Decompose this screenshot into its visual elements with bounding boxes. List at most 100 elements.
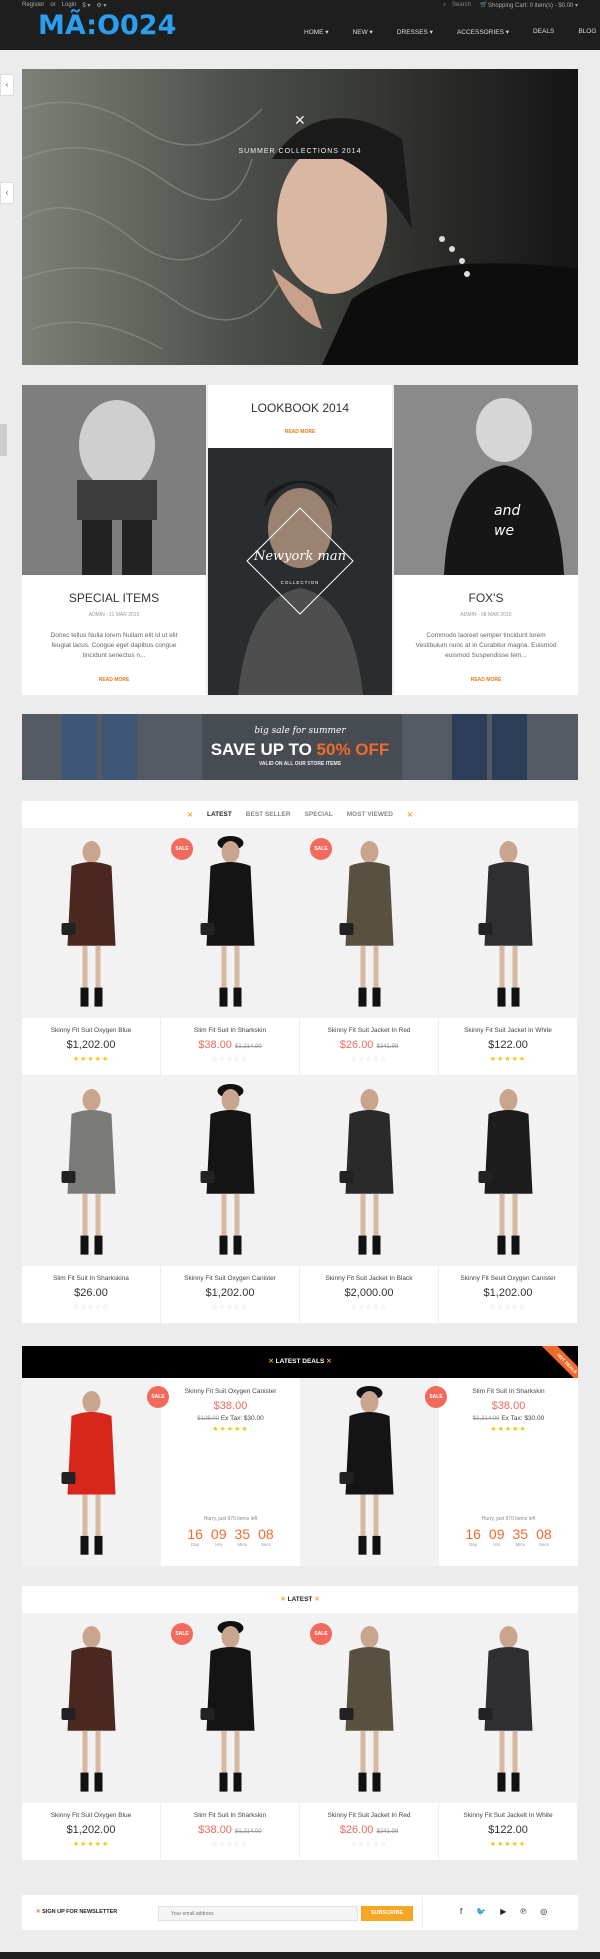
- deal-name[interactable]: Skinny Fit Suit Oxygen Canister: [161, 1388, 300, 1395]
- product-card[interactable]: Skinny Fit Seuit Oxygen Canister $1,202.0…: [439, 1076, 578, 1324]
- product-image-wrap[interactable]: [22, 1613, 161, 1803]
- product-card[interactable]: Slim Fit Suit In Sharkskina $26.00 ☆☆☆☆☆: [22, 1076, 161, 1324]
- countdown-unit: 08 Secs: [258, 1526, 274, 1547]
- star-empty-icon: ☆: [372, 1841, 380, 1848]
- product-image-wrap[interactable]: [300, 1076, 439, 1266]
- product-image-wrap[interactable]: [161, 1076, 300, 1266]
- twitter-icon[interactable]: 🐦: [476, 1907, 486, 1916]
- product-name[interactable]: Skinny Fit Suit Jackelt In White: [439, 1812, 577, 1819]
- product-name[interactable]: Skinny Fit Suit Oxygen Blue: [22, 1027, 160, 1034]
- tab-special[interactable]: SPECIAL: [305, 811, 333, 818]
- sale-badge: SALE: [425, 1386, 447, 1408]
- deals-title: LATEST DEALS: [275, 1358, 325, 1365]
- product-card[interactable]: SALE Slim Fit Suit In Sharkskin $38.00 $1,…: [161, 828, 300, 1076]
- lookbook-image: [208, 448, 392, 695]
- product-name[interactable]: Skinny Fit Suit Jacket In White: [439, 1027, 577, 1034]
- product-name[interactable]: Skinny Fit Suit Jacket In Red: [300, 1812, 438, 1819]
- product-card[interactable]: Skinny Fit Suit Jacket In Black $2,000.00…: [300, 1076, 439, 1324]
- dribbble-icon[interactable]: ◎: [540, 1907, 547, 1916]
- deal-info[interactable]: Skinny Fit Suit Oxygen Canister $38.00 $12…: [161, 1378, 300, 1566]
- promo-banner[interactable]: big sale for summer SAVE UP TO 50% OFF V…: [22, 714, 578, 780]
- login-link[interactable]: Login: [62, 2, 77, 9]
- promo-headline-main: SAVE UP TO: [210, 740, 317, 759]
- product-image-wrap[interactable]: [22, 828, 161, 1018]
- side-tab-grey[interactable]: [0, 424, 7, 456]
- nav-dresses[interactable]: DRESSES ▾: [385, 28, 445, 36]
- product-name[interactable]: Slim Fit Suit In Sharkskina: [22, 1275, 160, 1282]
- nav-blog[interactable]: BLOG: [566, 28, 600, 36]
- pinterest-icon[interactable]: ℗: [520, 1907, 526, 1916]
- countdown-label: Hrs: [215, 1542, 223, 1547]
- cart-icon[interactable]: 🛒: [480, 1, 487, 8]
- nav-deals[interactable]: DEALS: [521, 28, 566, 36]
- product-name[interactable]: Skinny Fit Seuit Oxygen Canister: [439, 1275, 577, 1282]
- deal-image[interactable]: [300, 1378, 439, 1566]
- blog-card-special[interactable]: SPECIAL ITEMS ADMIN - 11 MAR 2015 Donec …: [22, 385, 206, 695]
- youtube-icon[interactable]: ▶: [500, 1907, 506, 1916]
- product-name[interactable]: Skinny Fit Suit Oxygen Blue: [22, 1812, 160, 1819]
- tab-best-seller[interactable]: BEST SELLER: [246, 811, 291, 818]
- tab-most-viewed[interactable]: MOST VIEWED: [347, 811, 393, 818]
- subscribe-button[interactable]: SUBSCRIBE: [361, 1906, 413, 1921]
- side-tab-top[interactable]: ‹: [0, 74, 14, 96]
- side-tab-middle[interactable]: ‹: [0, 182, 14, 204]
- newsletter-email-input[interactable]: [158, 1906, 358, 1921]
- search-icon[interactable]: ⌕: [443, 2, 446, 9]
- product-image-wrap[interactable]: [439, 1613, 578, 1803]
- settings-dropdown[interactable]: ⚙ ▾: [96, 2, 106, 9]
- search-input[interactable]: Search: [452, 2, 471, 8]
- product-name[interactable]: Skinny Fit Suit Oxygen Canister: [161, 1275, 299, 1282]
- nav-accessories[interactable]: ACCESSORIES ▾: [445, 28, 521, 36]
- product-card[interactable]: SALE Slim Fit Suit In Sharkskin $38.00 $1,…: [161, 1613, 300, 1861]
- hero-caption: SUMMER COLLECTIONS 2014: [238, 148, 362, 155]
- product-image-wrap[interactable]: [22, 1076, 161, 1266]
- star-empty-icon: ☆: [379, 1841, 388, 1848]
- register-link[interactable]: Register: [22, 2, 44, 9]
- product-price: $1,202.00: [161, 1287, 299, 1299]
- product-name[interactable]: Slim Fit Suit In Sharkskin: [161, 1812, 299, 1819]
- cart-summary[interactable]: Shopping Cart: 0 item(s) - $0.00 ▾: [488, 2, 578, 9]
- blog-title-special[interactable]: SPECIAL ITEMS: [22, 591, 206, 605]
- product-price-value: $1,202.00: [205, 1287, 255, 1299]
- product-price: $122.00: [439, 1039, 577, 1051]
- deal-ex-tax: Ex Tax: $30.00: [220, 1415, 264, 1422]
- product-card[interactable]: Skinny Fit Suit Oxygen Canister $1,202.00…: [161, 1076, 300, 1324]
- lookbook-title[interactable]: LOOKBOOK 2014: [208, 401, 392, 415]
- logo[interactable]: MÃ:O024: [38, 10, 176, 41]
- countdown-label: Day: [191, 1542, 200, 1547]
- product-image-wrap[interactable]: [439, 828, 578, 1018]
- star-filled-icon: ★: [212, 1426, 220, 1433]
- product-card[interactable]: SALE Skinny Fit Suit Jacket In Red $26.00 …: [300, 1613, 439, 1861]
- product-rating: ☆☆☆☆☆: [161, 1840, 299, 1848]
- blog-title-foxs[interactable]: FOX'S: [394, 591, 578, 605]
- product-price-value: $2,000.00: [344, 1287, 394, 1299]
- product-price-value: $122.00: [488, 1824, 528, 1836]
- product-card[interactable]: Skinny Fit Suit Jackelt In White $122.00 ★…: [439, 1613, 578, 1861]
- blog-card-foxs[interactable]: and we FOX'S ADMIN - 08 MAR 2015 Commodo…: [394, 385, 578, 695]
- star-filled-icon: ★: [489, 1056, 498, 1063]
- deal-image[interactable]: [22, 1378, 161, 1566]
- product-name[interactable]: Skinny Fit Suit Jacket In Black: [300, 1275, 438, 1282]
- read-more-foxs[interactable]: READ MORE: [394, 677, 578, 683]
- product-image-wrap[interactable]: [439, 1076, 578, 1266]
- product-card[interactable]: Skinny Fit Suit Oxygen Blue $1,202.00 ★★★★…: [22, 1613, 161, 1861]
- latest-right-icon: ✕: [314, 1596, 320, 1603]
- currency-dropdown[interactable]: $ ▾: [82, 2, 90, 9]
- deal-name[interactable]: Slim Fit Suit In Sharkskin: [439, 1388, 578, 1395]
- read-more-lookbook[interactable]: READ MORE: [208, 429, 392, 435]
- nav-new[interactable]: NEW ▾: [341, 28, 385, 36]
- product-card[interactable]: SALE Skinny Fit Suit Jacket In Red $26.00 …: [300, 828, 439, 1076]
- product-name[interactable]: Slim Fit Suit In Sharkskin: [161, 1027, 299, 1034]
- nav-home[interactable]: HOME ▾: [292, 28, 341, 36]
- product-name[interactable]: Skinny Fit Suit Jacket In Red: [300, 1027, 438, 1034]
- product-image: [478, 1089, 533, 1255]
- product-card[interactable]: Skinny Fit Suit Jacket In White $122.00 ★★…: [439, 828, 578, 1076]
- deal-info[interactable]: Slim Fit Suit In Sharkskin $38.00 $1,314.0…: [439, 1378, 578, 1566]
- countdown-value: 35: [234, 1526, 251, 1542]
- lookbook-card[interactable]: LOOKBOOK 2014 READ MORE Newyork man COLL…: [208, 385, 392, 695]
- facebook-icon[interactable]: f: [460, 1907, 462, 1916]
- newsletter-label: ✕ SIGN UP FOR NEWSLETTER: [36, 1909, 117, 1915]
- product-card[interactable]: Skinny Fit Suit Oxygen Blue $1,202.00 ★★★★…: [22, 828, 161, 1076]
- tab-latest[interactable]: LATEST: [207, 811, 232, 818]
- read-more-special[interactable]: READ MORE: [22, 677, 206, 683]
